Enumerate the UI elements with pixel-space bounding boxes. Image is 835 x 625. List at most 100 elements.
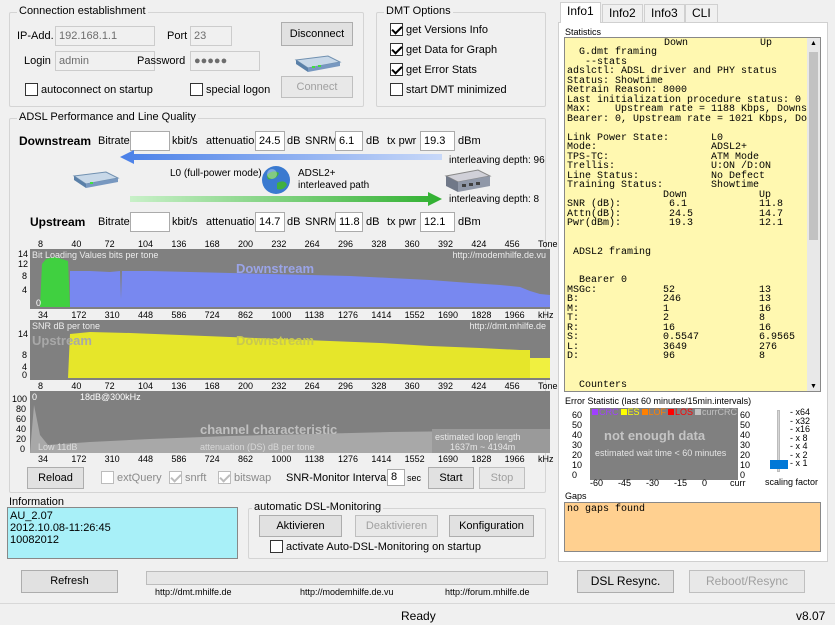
scroll-thumb[interactable]: [809, 52, 818, 240]
us-atten-label: attenuation: [206, 216, 261, 228]
link-forum[interactable]: http://forum.mhilfe.de: [445, 587, 530, 597]
snr-interval-field[interactable]: 8: [387, 469, 405, 486]
axis-tick: 232: [271, 381, 287, 391]
statistics-scrollbar[interactable]: ▲ ▼: [807, 38, 820, 391]
axis-tick: 1000: [271, 454, 292, 464]
auto-startup-checkbox[interactable]: [270, 540, 283, 553]
channel-zero: 0: [32, 392, 38, 402]
axis-tick: 392: [438, 239, 454, 249]
axis-tick: 862: [238, 454, 254, 464]
dsl-resync-button[interactable]: DSL Resync.: [577, 570, 674, 593]
legend-item: currCRC: [702, 407, 738, 417]
axis-tick: 168: [204, 381, 220, 391]
scaling-slider[interactable]: [770, 410, 788, 472]
bitloading-title: Bit Loading Values bits per tone: [32, 250, 159, 260]
axis-tick: 136: [171, 381, 187, 391]
gaps-box[interactable]: no gaps found: [564, 502, 821, 552]
axis-tick: 296: [338, 239, 354, 249]
y-tick: 8: [22, 350, 28, 360]
tab-info2[interactable]: Info2: [602, 4, 643, 22]
ds-txpwr-field[interactable]: 19.3: [420, 131, 455, 151]
snr-graph: SNR dB per tone http://dmt.mhilfe.de Ups…: [30, 320, 550, 380]
ds-snrm-field[interactable]: 6.1: [335, 131, 363, 151]
axis-tick: 310: [104, 454, 120, 464]
y-tick: 0: [572, 470, 578, 480]
tab-cli[interactable]: CLI: [685, 4, 718, 22]
port-field[interactable]: 23: [190, 26, 232, 46]
versions-checkbox[interactable]: [390, 23, 403, 36]
link-modemhilfe[interactable]: http://modemhilfe.de.vu: [300, 587, 394, 597]
axis-tick: 328: [371, 381, 387, 391]
disconnect-button[interactable]: Disconnect: [281, 22, 353, 46]
ip-label: IP-Add.: [17, 30, 54, 42]
legend-item: LOF: [648, 407, 667, 417]
us-txpwr-field[interactable]: 12.1: [420, 212, 455, 232]
special-logon-checkbox[interactable]: [190, 83, 203, 96]
statistics-title: Statistics: [565, 27, 602, 37]
activate-button[interactable]: Aktivieren: [259, 515, 342, 537]
channel-low: Low 11dB: [38, 442, 78, 452]
autoconnect-checkbox[interactable]: [25, 83, 38, 96]
tone-axis: 8 40 72 104 136 168 200 232 264 296 328 360 392 424 45…: [30, 239, 558, 249]
snrft-checkbox[interactable]: [169, 471, 182, 484]
password-field[interactable]: ●●●●●: [190, 51, 260, 71]
channel-watermark: channel characteristic: [200, 422, 338, 437]
port-label: Port: [167, 30, 188, 42]
axis-tick: 136: [171, 239, 187, 249]
refresh-button[interactable]: Refresh: [21, 570, 118, 593]
legend-swatch: [620, 409, 627, 415]
x-tick: -15: [674, 478, 688, 488]
reload-button[interactable]: Reload: [27, 467, 84, 489]
path-label: interleaved path: [298, 180, 370, 191]
us-bitrate-field[interactable]: [130, 212, 170, 232]
axis-tick: 424: [471, 381, 487, 391]
auto-startup-label: activate Auto-DSL-Monitoring on startup: [286, 541, 482, 553]
graph-checkbox[interactable]: [390, 43, 403, 56]
snrft-label: snrft: [185, 472, 207, 484]
axis-tick: 72: [104, 381, 115, 391]
deactivate-button[interactable]: Deaktivieren: [355, 515, 438, 537]
channel-y-axis: 100 80 60 40 20 0: [12, 394, 30, 454]
legend-item: ES: [627, 407, 640, 417]
ds-txpwr-unit: dBm: [458, 135, 481, 147]
information-box: AU_2.07 2012.10.08-11:26:45 10082012: [7, 507, 238, 559]
reboot-resync-button[interactable]: Reboot/Resync: [689, 570, 805, 593]
ip-field[interactable]: 192.168.1.1: [55, 26, 155, 46]
y-tick: 30: [740, 440, 751, 450]
tab-info3[interactable]: Info3: [644, 4, 685, 22]
y-tick: 10: [740, 460, 751, 470]
axis-tick: 172: [71, 310, 87, 320]
channel-note: 18dB@300kHz: [80, 392, 141, 402]
statistics-box[interactable]: G.dmt framing --stats adslctl: ADSL driv…: [564, 37, 821, 392]
extquery-checkbox[interactable]: [101, 471, 114, 484]
start-button[interactable]: Start: [428, 467, 474, 489]
us-atten-field[interactable]: 14.7: [255, 212, 285, 232]
axis-tick: 1276: [338, 310, 359, 320]
configuration-button[interactable]: Konfiguration: [449, 515, 534, 537]
y-tick: 60: [740, 410, 751, 420]
scaling-slider-thumb[interactable]: [770, 460, 788, 469]
axis-tick: 862: [238, 310, 254, 320]
stop-button[interactable]: Stop: [479, 467, 525, 489]
progress-bar: [146, 571, 548, 585]
link-dmt[interactable]: http://dmt.mhilfe.de: [155, 587, 232, 597]
axis-tick: 456: [504, 239, 520, 249]
y-tick: 40: [16, 424, 27, 434]
scroll-up-icon[interactable]: ▲: [807, 38, 820, 50]
tab-info1[interactable]: Info1: [560, 2, 601, 23]
ds-bitrate-field[interactable]: [130, 131, 170, 151]
errors-checkbox[interactable]: [390, 63, 403, 76]
minimized-checkbox[interactable]: [390, 83, 403, 96]
globe-icon: [261, 165, 291, 195]
bitswap-checkbox[interactable]: [218, 471, 231, 484]
axis-tick: 424: [471, 239, 487, 249]
error-y-right: 60 50 40 30 20 10 0: [740, 410, 750, 480]
axis-tick: 310: [104, 310, 120, 320]
error-big-text: not enough data: [604, 428, 706, 443]
scroll-down-icon[interactable]: ▼: [807, 381, 820, 391]
us-snrm-field[interactable]: 11.8: [335, 212, 363, 232]
connect-button[interactable]: Connect: [281, 76, 353, 98]
y-tick: 20: [16, 434, 27, 444]
axis-tick: 586: [171, 454, 187, 464]
ds-atten-field[interactable]: 24.5: [255, 131, 285, 151]
